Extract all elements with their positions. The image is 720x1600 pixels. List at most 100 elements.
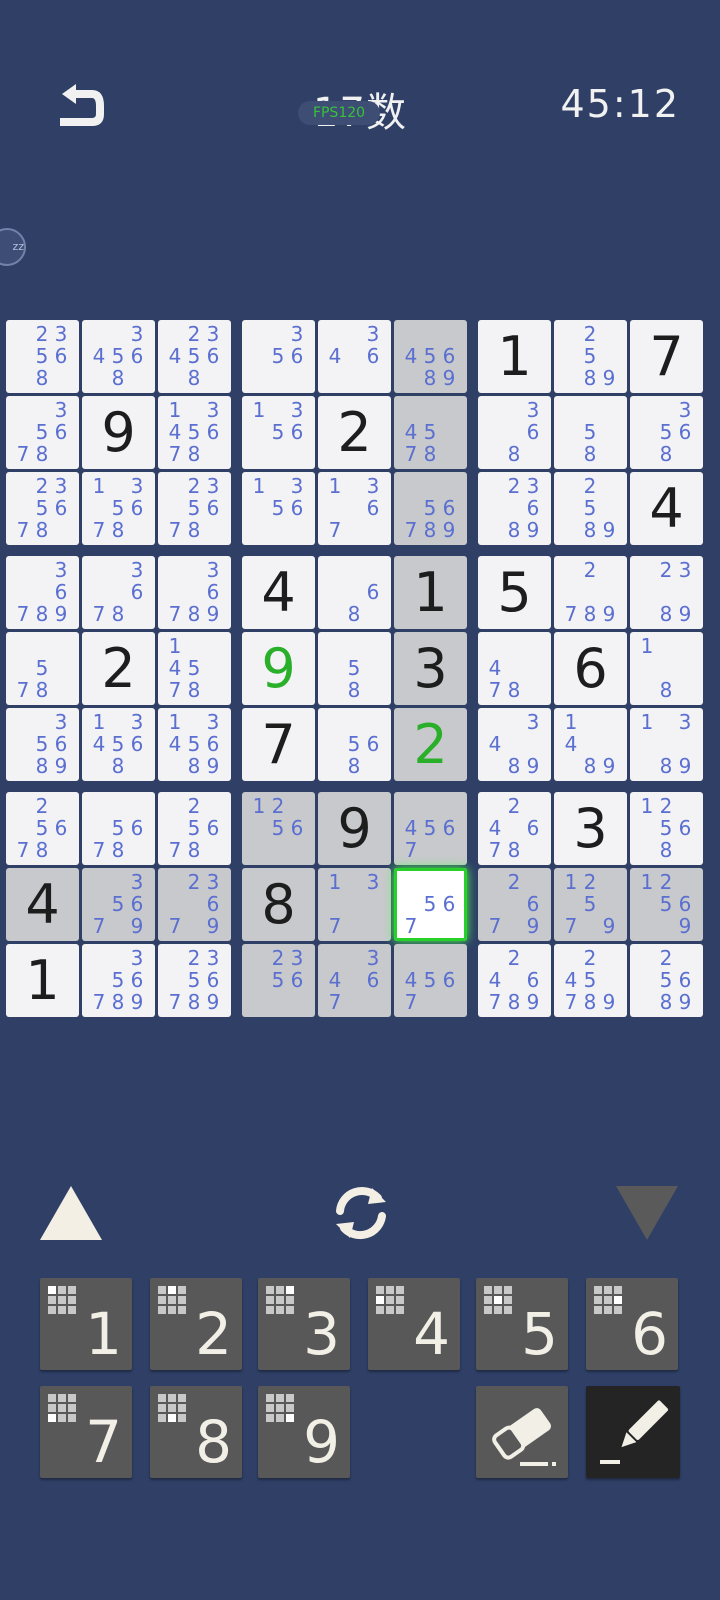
cell-r3c2[interactable]: 135678: [82, 472, 155, 545]
cell-r6c3[interactable]: 1345689: [158, 708, 231, 781]
pencil-mark: 9: [206, 602, 220, 626]
cell-r9c9[interactable]: 25689: [630, 944, 703, 1017]
cell-value: 9: [337, 797, 372, 860]
cell-r3c7[interactable]: 23689: [478, 472, 551, 545]
cell-r9c8[interactable]: 245789: [554, 944, 627, 1017]
cell-r1c9[interactable]: 7: [630, 320, 703, 393]
cell-r4c1[interactable]: 36789: [6, 556, 79, 629]
cell-r8c4[interactable]: 8: [242, 868, 315, 941]
erase-button[interactable]: [476, 1386, 568, 1478]
triangle-down-icon[interactable]: [616, 1186, 678, 1240]
cell-r8c5[interactable]: 137: [318, 868, 391, 941]
cell-r6c1[interactable]: 35689: [6, 708, 79, 781]
cell-r2c8[interactable]: 58: [554, 396, 627, 469]
cell-r6c4[interactable]: 7: [242, 708, 315, 781]
cell-r5c3[interactable]: 14578: [158, 632, 231, 705]
cell-r7c2[interactable]: 5678: [82, 792, 155, 865]
cell-r4c3[interactable]: 36789: [158, 556, 231, 629]
number-button-8[interactable]: 8: [150, 1386, 242, 1478]
cell-r9c2[interactable]: 356789: [82, 944, 155, 1017]
cell-r7c6[interactable]: 4567: [394, 792, 467, 865]
cell-r8c9[interactable]: 12569: [630, 868, 703, 941]
pencil-button[interactable]: [586, 1386, 680, 1478]
triangle-up-icon[interactable]: [40, 1186, 102, 1240]
cell-r2c3[interactable]: 1345678: [158, 396, 231, 469]
number-button-7[interactable]: 7: [40, 1386, 132, 1478]
cell-r9c4[interactable]: 2356: [242, 944, 315, 1017]
cell-r2c1[interactable]: 35678: [6, 396, 79, 469]
cell-r8c2[interactable]: 35679: [82, 868, 155, 941]
cell-r9c3[interactable]: 2356789: [158, 944, 231, 1017]
cell-r4c9[interactable]: 2389: [630, 556, 703, 629]
cell-r1c3[interactable]: 234568: [158, 320, 231, 393]
cell-r5c9[interactable]: 18: [630, 632, 703, 705]
number-button-4[interactable]: 4: [368, 1278, 460, 1370]
cell-r2c4[interactable]: 1356: [242, 396, 315, 469]
cell-r1c5[interactable]: 346: [318, 320, 391, 393]
refresh-button[interactable]: [326, 1178, 396, 1248]
cell-r8c8[interactable]: 12579: [554, 868, 627, 941]
cell-r7c8[interactable]: 3: [554, 792, 627, 865]
cell-r3c4[interactable]: 1356: [242, 472, 315, 545]
cell-r7c7[interactable]: 24678: [478, 792, 551, 865]
number-button-1[interactable]: 1: [40, 1278, 132, 1370]
cell-r4c5[interactable]: 68: [318, 556, 391, 629]
number-button-9[interactable]: 9: [258, 1386, 350, 1478]
cell-r6c9[interactable]: 1389: [630, 708, 703, 781]
cell-r5c5[interactable]: 58: [318, 632, 391, 705]
cell-r3c8[interactable]: 2589: [554, 472, 627, 545]
cell-r5c1[interactable]: 578: [6, 632, 79, 705]
cell-r2c5[interactable]: 2: [318, 396, 391, 469]
cell-r5c6[interactable]: 3: [394, 632, 467, 705]
cell-r1c8[interactable]: 2589: [554, 320, 627, 393]
cell-r9c6[interactable]: 4567: [394, 944, 467, 1017]
cell-r7c9[interactable]: 12568: [630, 792, 703, 865]
cell-r1c2[interactable]: 34568: [82, 320, 155, 393]
cell-r8c6[interactable]: 567: [394, 868, 467, 941]
cell-r5c4[interactable]: 9: [242, 632, 315, 705]
cell-r1c1[interactable]: 23568: [6, 320, 79, 393]
cell-r6c2[interactable]: 134568: [82, 708, 155, 781]
number-button-2[interactable]: 2: [150, 1278, 242, 1370]
cell-r2c9[interactable]: 3568: [630, 396, 703, 469]
number-button-5[interactable]: 5: [476, 1278, 568, 1370]
cell-r3c3[interactable]: 235678: [158, 472, 231, 545]
cell-r8c3[interactable]: 23679: [158, 868, 231, 941]
cell-r2c2[interactable]: 9: [82, 396, 155, 469]
number-button-6[interactable]: 6: [586, 1278, 678, 1370]
cell-r8c7[interactable]: 2679: [478, 868, 551, 941]
cell-r3c5[interactable]: 1367: [318, 472, 391, 545]
pencil-mark: 8: [35, 838, 49, 862]
cell-r5c7[interactable]: 478: [478, 632, 551, 705]
cell-r9c1[interactable]: 1: [6, 944, 79, 1017]
cell-r9c7[interactable]: 246789: [478, 944, 551, 1017]
cell-r1c6[interactable]: 45689: [394, 320, 467, 393]
cell-r6c6[interactable]: 2: [394, 708, 467, 781]
number-button-3[interactable]: 3: [258, 1278, 350, 1370]
cell-r7c5[interactable]: 9: [318, 792, 391, 865]
cell-r3c9[interactable]: 4: [630, 472, 703, 545]
cell-r2c7[interactable]: 368: [478, 396, 551, 469]
cell-r4c4[interactable]: 4: [242, 556, 315, 629]
cell-r7c4[interactable]: 1256: [242, 792, 315, 865]
cell-r4c7[interactable]: 5: [478, 556, 551, 629]
cell-r4c6[interactable]: 1: [394, 556, 467, 629]
pencil-mark: 4: [488, 732, 502, 756]
cell-r9c5[interactable]: 3467: [318, 944, 391, 1017]
cell-r1c7[interactable]: 1: [478, 320, 551, 393]
cell-r7c3[interactable]: 25678: [158, 792, 231, 865]
cell-r6c8[interactable]: 1489: [554, 708, 627, 781]
cell-r5c8[interactable]: 6: [554, 632, 627, 705]
pencil-mark: 1: [252, 474, 266, 498]
cell-r3c1[interactable]: 235678: [6, 472, 79, 545]
cell-r4c2[interactable]: 3678: [82, 556, 155, 629]
cell-r8c1[interactable]: 4: [6, 868, 79, 941]
cell-r4c8[interactable]: 2789: [554, 556, 627, 629]
cell-r3c6[interactable]: 56789: [394, 472, 467, 545]
cell-r6c7[interactable]: 3489: [478, 708, 551, 781]
cell-r2c6[interactable]: 4578: [394, 396, 467, 469]
cell-r1c4[interactable]: 356: [242, 320, 315, 393]
cell-r6c5[interactable]: 568: [318, 708, 391, 781]
cell-r5c2[interactable]: 2: [82, 632, 155, 705]
cell-r7c1[interactable]: 25678: [6, 792, 79, 865]
